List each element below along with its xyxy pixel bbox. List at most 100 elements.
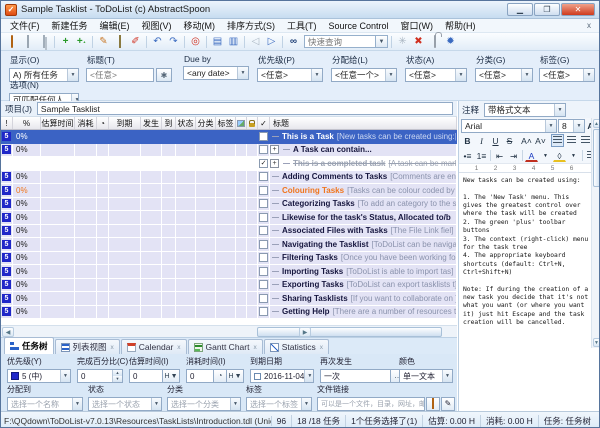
numbered-list-button[interactable]: 1≡	[475, 149, 488, 162]
column-header-category[interactable]: 分类	[196, 117, 216, 129]
save-all-icon[interactable]	[36, 35, 51, 49]
column-header-tag[interactable]: 标签	[216, 117, 236, 129]
color-select[interactable]: 单一文本▼	[399, 369, 453, 383]
scroll-right-icon[interactable]: ▶	[299, 327, 311, 337]
scrollbar-thumb[interactable]	[257, 327, 442, 337]
priority-select[interactable]: 5 (中)▼	[7, 369, 71, 383]
task-checkbox[interactable]	[259, 267, 268, 276]
task-row[interactable]: 5 0% Getting Help[There are a number of …	[1, 306, 457, 320]
tab-close-icon[interactable]: x	[111, 344, 114, 351]
time-spent-unit-select[interactable]: H▼	[227, 369, 244, 383]
task-row[interactable]: +This is a completed task[A task can be …	[1, 157, 457, 171]
time-track-clock-icon[interactable]: ◔	[214, 369, 227, 383]
task-row[interactable]: 5 0% +A Task can contain...	[1, 144, 457, 158]
undo-icon[interactable]: ↶	[150, 35, 165, 49]
bold-button[interactable]: B	[461, 134, 474, 147]
task-checkbox[interactable]	[259, 213, 268, 222]
shrink-font-button[interactable]: A˅	[534, 134, 547, 147]
menu-item-file[interactable]: 文件(F)	[4, 19, 46, 32]
file-link-input[interactable]: 可以是一个文件，目录，网址，邮件或任务树	[317, 397, 425, 411]
tab-calendar[interactable]: Calendarx	[121, 339, 187, 354]
file-edit-pencil-icon[interactable]: ✎	[441, 397, 455, 411]
quick-find-dropdown-icon[interactable]: ▼	[376, 35, 388, 48]
column-header-title[interactable]: 标题	[270, 117, 457, 129]
category-select[interactable]: 选择一个分类▼	[167, 397, 241, 411]
next-selection-icon[interactable]: ▷	[264, 35, 279, 49]
scroll-down-icon[interactable]: ▼	[593, 338, 600, 347]
check-icon[interactable]: ✓	[258, 117, 270, 129]
column-header-spent[interactable]: 消耗	[75, 117, 97, 129]
time-estimate-input[interactable]: 0	[129, 369, 163, 383]
due-date-input[interactable]: 2016-11-04▼	[250, 369, 314, 383]
menu-item-move[interactable]: 移动(M)	[178, 19, 222, 32]
task-row[interactable]: 5 0% Exporting Tasks[ToDoList can export…	[1, 279, 457, 293]
tab-close-icon[interactable]: x	[253, 344, 256, 351]
prev-selection-icon[interactable]: ◁	[248, 35, 263, 49]
tab-task-tree[interactable]: 任务树	[4, 337, 54, 354]
status-select[interactable]: 选择一个状态▼	[88, 397, 162, 411]
font-color-button[interactable]: A	[525, 149, 538, 162]
filter-dueby-select[interactable]: <any date>▼	[183, 66, 249, 80]
align-center-button[interactable]	[565, 134, 578, 147]
new-subtask-icon[interactable]: +˖	[74, 35, 89, 49]
filter-category-select[interactable]: <任意>▼	[475, 68, 533, 82]
filter-status-select[interactable]: <任意>▼	[405, 68, 467, 82]
tag-select[interactable]: 选择一个标签▼	[246, 397, 312, 411]
lock-icon[interactable]	[427, 35, 442, 49]
strikethrough-button[interactable]: S	[503, 134, 516, 147]
tab-gantt-chart[interactable]: Gantt Chartx	[188, 339, 263, 354]
percent-done-input[interactable]: 0▲▼	[77, 369, 123, 383]
menu-item-help[interactable]: 帮助(H)	[439, 19, 482, 32]
spellcheck-icon[interactable]: ✳	[395, 35, 410, 49]
edit-task-icon[interactable]: ✎	[96, 35, 111, 49]
file-browse-folder-icon[interactable]	[426, 397, 440, 411]
comments-text[interactable]: New tasks can be created using: 1. The '…	[459, 173, 591, 341]
maximize-comments-icon[interactable]: ▥	[226, 35, 241, 49]
column-header-end[interactable]: 到	[162, 117, 176, 129]
expand-icon[interactable]: +	[270, 145, 279, 154]
column-header-estimate[interactable]: 估算时间	[41, 117, 75, 129]
task-row[interactable]: 5 0% Filtering Tasks[Once you have been …	[1, 252, 457, 266]
task-checkbox[interactable]	[259, 240, 268, 249]
task-row[interactable]: 5 0% This is a Task[New tasks can be cre…	[1, 130, 457, 144]
column-header-percent[interactable]: %	[13, 117, 41, 129]
menu-item-window[interactable]: 窗口(W)	[395, 19, 440, 32]
task-row[interactable]: 5 0% Categorizing Tasks[To add an catego…	[1, 198, 457, 212]
task-row[interactable]: 5 0% Sharing Tasklists[If you want to co…	[1, 292, 457, 306]
due-date-checkbox[interactable]	[254, 373, 261, 380]
task-checkbox[interactable]	[259, 280, 268, 289]
task-checkbox[interactable]	[259, 226, 268, 235]
task-checkbox[interactable]	[259, 172, 268, 181]
horizontal-scrollbar[interactable]: ◀ ▶	[1, 325, 457, 337]
task-checkbox[interactable]	[259, 199, 268, 208]
highlight-dropdown-icon[interactable]: ▼	[567, 149, 580, 162]
tab-statistics[interactable]: Statisticsx	[264, 339, 329, 354]
task-checkbox[interactable]	[259, 132, 268, 141]
menu-item-edit[interactable]: 编辑(E)	[94, 19, 136, 32]
clock-icon[interactable]: ◔	[97, 117, 109, 129]
expand-icon[interactable]: +	[270, 159, 279, 168]
clear-task-icon[interactable]: ✐	[128, 35, 143, 49]
task-row[interactable]: 5 0% Adding Comments to Tasks[Comments a…	[1, 171, 457, 185]
underline-button[interactable]: U	[489, 134, 502, 147]
tab-close-icon[interactable]: x	[177, 344, 180, 351]
comments-format-select[interactable]: 带格式文本▼	[484, 103, 566, 117]
recurrence-input[interactable]: 一次	[320, 369, 391, 383]
spinner-icons[interactable]: ▲▼	[112, 370, 122, 382]
time-estimate-unit-select[interactable]: H▼	[163, 369, 180, 383]
project-name-input[interactable]	[37, 102, 453, 115]
font-family-select[interactable]: Arial▼	[461, 119, 557, 133]
scroll-left-icon[interactable]: ◀	[2, 327, 14, 337]
new-task-icon[interactable]: +	[58, 35, 73, 49]
italic-button[interactable]: I	[475, 134, 488, 147]
column-header-status[interactable]: 状态	[176, 117, 196, 129]
font-size-select[interactable]: 8▼	[558, 119, 585, 133]
find-tasks-icon[interactable]: ∞	[286, 35, 301, 49]
minimize-button[interactable]: ▁	[507, 3, 533, 16]
task-row[interactable]: 5 0% Colouring Tasks[Tasks can be colour…	[1, 184, 457, 198]
task-row[interactable]: 5 0% Associated Files with Tasks[The Fil…	[1, 225, 457, 239]
highlight-color-button[interactable]: ◊	[553, 149, 566, 162]
save-icon[interactable]	[20, 35, 35, 49]
menu-item-tools[interactable]: 工具(T)	[281, 19, 323, 32]
open-file-icon[interactable]	[4, 35, 19, 49]
